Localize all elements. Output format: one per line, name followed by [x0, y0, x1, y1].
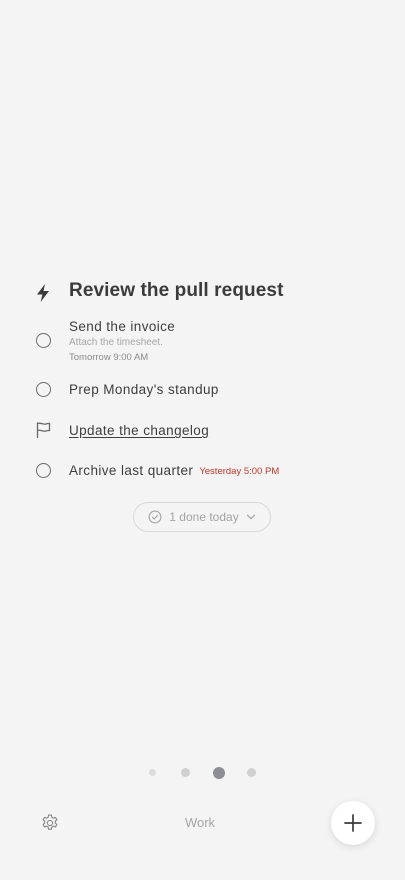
task-item[interactable]: Archive last quarter Yesterday 5:00 PM: [0, 459, 405, 483]
circle-icon: [36, 463, 51, 478]
task-due-date: Tomorrow 9:00 AM: [69, 352, 149, 363]
focus-task[interactable]: Review the pull request: [0, 278, 405, 308]
task-title: Send the invoice: [69, 319, 176, 334]
page-indicator[interactable]: [0, 765, 405, 781]
task-title: Prep Monday's standup: [69, 382, 219, 397]
task-checkbox[interactable]: [36, 463, 51, 478]
page-dot-active[interactable]: [213, 766, 225, 779]
task-title: Archive last quarter: [69, 463, 194, 478]
check-circle-icon: [148, 510, 162, 524]
page-dot[interactable]: [247, 768, 256, 777]
task-note: Attach the timesheet.: [69, 337, 163, 348]
task-item[interactable]: Send the invoice Attach the timesheet. T…: [0, 316, 405, 368]
page-dot[interactable]: [181, 768, 190, 777]
task-item[interactable]: Prep Monday's standup: [0, 378, 405, 402]
add-task-button[interactable]: [331, 801, 375, 845]
page-dot[interactable]: [149, 769, 156, 776]
focus-task-title: Review the pull request: [69, 280, 284, 301]
task-checkbox[interactable]: [36, 333, 51, 348]
task-overdue-date: Yesterday 5:00 PM: [199, 466, 280, 477]
plus-icon: [344, 814, 362, 832]
app-screen: Review the pull request Send the invoice…: [0, 0, 405, 880]
done-today-toggle[interactable]: 1 done today: [133, 502, 271, 532]
flag-icon: [36, 422, 51, 439]
task-title-row: Archive last quarter Yesterday 5:00 PM: [69, 463, 279, 478]
task-title[interactable]: Update the changelog: [69, 423, 209, 438]
lightning-bolt-icon: [35, 283, 51, 303]
task-checkbox[interactable]: [36, 382, 51, 397]
circle-icon: [36, 333, 51, 348]
task-flag[interactable]: [36, 422, 51, 439]
task-item[interactable]: Update the changelog: [0, 419, 405, 443]
done-today-label: 1 done today: [169, 510, 239, 524]
chevron-down-icon: [246, 514, 255, 520]
circle-icon: [36, 382, 51, 397]
